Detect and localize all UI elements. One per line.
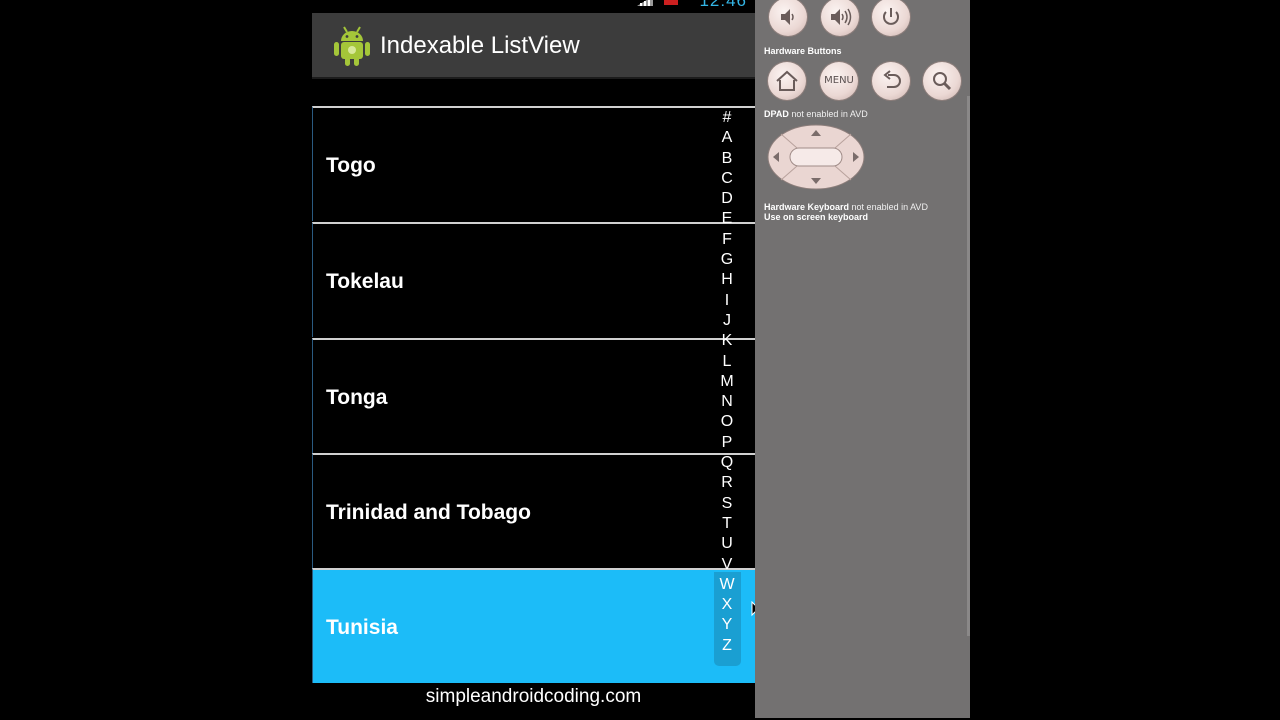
battery-icon: [664, 0, 678, 5]
index-letter[interactable]: R: [715, 473, 739, 493]
index-letter[interactable]: Q: [715, 453, 739, 473]
index-letter[interactable]: C: [715, 169, 739, 189]
list-item-label: Togo: [326, 154, 376, 177]
power-icon: [883, 8, 899, 25]
power-button[interactable]: [872, 0, 910, 36]
home-icon: [776, 70, 798, 91]
app-title: Indexable ListView: [380, 32, 580, 59]
index-letter[interactable]: K: [715, 331, 739, 351]
keyboard-status-label: Hardware Keyboard not enabled in AVD: [764, 202, 928, 212]
dpad-control[interactable]: [767, 124, 865, 190]
index-letter[interactable]: A: [715, 128, 739, 148]
index-letter[interactable]: V: [715, 555, 739, 575]
volume-down-button[interactable]: [769, 0, 807, 36]
list-item-selected[interactable]: Tunisia: [312, 568, 755, 683]
index-letter[interactable]: G: [715, 250, 739, 270]
list-item-label: Tunisia: [326, 616, 398, 639]
index-letter[interactable]: L: [715, 352, 739, 372]
signal-icon: [637, 0, 653, 6]
hardware-buttons-label: Hardware Buttons: [764, 46, 842, 56]
search-icon: [933, 72, 952, 91]
index-letter[interactable]: N: [715, 392, 739, 412]
volume-up-button[interactable]: [821, 0, 859, 36]
emulator-screen: 12:46 Indexable ListView Togo Tokelau To…: [312, 0, 755, 720]
status-clock: 12:46: [699, 0, 747, 10]
back-button[interactable]: [872, 62, 910, 100]
search-button[interactable]: [923, 62, 961, 100]
home-button[interactable]: [768, 62, 806, 100]
list-item[interactable]: Trinidad and Tobago: [312, 453, 755, 568]
index-letter[interactable]: Y: [715, 615, 739, 635]
volume-up-icon: [831, 8, 852, 26]
on-screen-keyboard-label: Use on screen keyboard: [764, 212, 869, 222]
menu-button-label: MENU: [824, 75, 854, 86]
index-letter[interactable]: M: [715, 372, 739, 392]
dpad-label-rest: not enabled in AVD: [791, 109, 868, 119]
index-letter[interactable]: E: [715, 209, 739, 229]
menu-button[interactable]: MENU: [820, 62, 858, 100]
list-item-label: Tonga: [326, 386, 388, 409]
index-letter[interactable]: S: [715, 494, 739, 514]
action-bar: Indexable ListView: [312, 13, 755, 79]
panel-scrollbar[interactable]: [967, 96, 970, 636]
index-letter[interactable]: U: [715, 534, 739, 554]
index-letter[interactable]: B: [715, 149, 739, 169]
dpad-status-label: DPAD not enabled in AVD: [764, 109, 868, 119]
index-letter[interactable]: T: [715, 514, 739, 534]
status-bar: 12:46: [312, 0, 755, 13]
footer-credit: simpleandroidcoding.com: [312, 683, 755, 713]
list-item-label: Trinidad and Tobago: [326, 501, 531, 524]
dpad-label-bold: DPAD: [764, 109, 789, 119]
back-icon: [883, 70, 901, 88]
list-item[interactable]: Tokelau: [312, 222, 755, 337]
index-letter[interactable]: D: [715, 189, 739, 209]
keyboard-label-rest: not enabled in AVD: [851, 202, 928, 212]
volume-down-icon: [781, 9, 794, 25]
list-item[interactable]: Tonga: [312, 338, 755, 453]
country-list[interactable]: Togo Tokelau Tonga Trinidad and Tobago T…: [312, 106, 755, 683]
index-letter[interactable]: O: [715, 412, 739, 432]
index-letter[interactable]: X: [715, 595, 739, 615]
list-item[interactable]: Togo: [312, 106, 755, 221]
index-letter[interactable]: H: [715, 270, 739, 290]
list-item-label: Tokelau: [326, 270, 404, 293]
alphabet-index-bar[interactable]: # A B C D E F G H I J K L M N O P Q R S T U V W X Y Z: [715, 108, 739, 656]
index-letter[interactable]: #: [715, 108, 739, 128]
index-letter[interactable]: Z: [715, 636, 739, 656]
index-letter[interactable]: I: [715, 291, 739, 311]
index-letter[interactable]: P: [715, 433, 739, 453]
index-letter[interactable]: J: [715, 311, 739, 331]
index-letter[interactable]: W: [715, 575, 739, 595]
keyboard-label-bold: Hardware Keyboard: [764, 202, 850, 212]
index-letter[interactable]: F: [715, 230, 739, 250]
emulator-control-panel: Hardware Buttons MENU DPAD not enabled i…: [755, 0, 970, 718]
android-app-icon: [334, 26, 370, 66]
